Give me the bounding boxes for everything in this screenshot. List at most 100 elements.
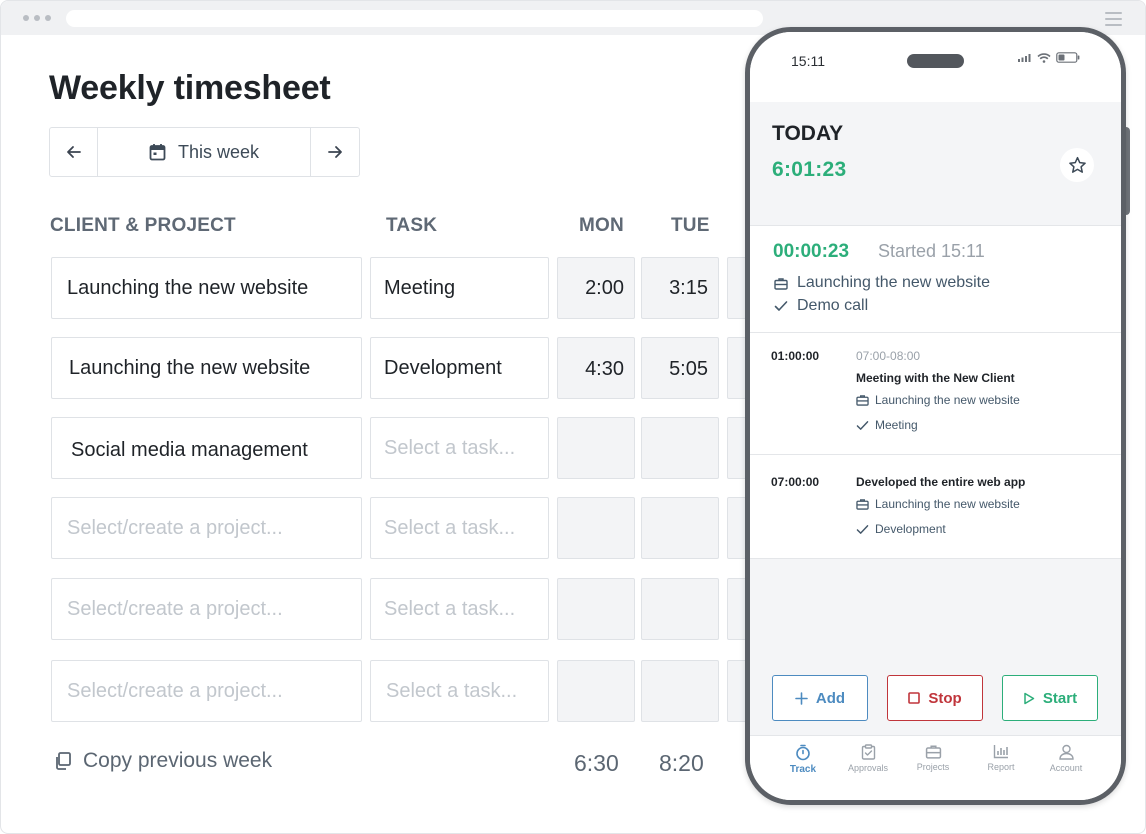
arrow-left-icon xyxy=(66,146,81,158)
time-input-tue[interactable] xyxy=(641,417,719,479)
task-name: Meeting xyxy=(384,276,456,299)
tab-track[interactable]: Track xyxy=(773,744,833,775)
system-icons xyxy=(1018,52,1080,63)
running-project-name: Launching the new website xyxy=(797,274,991,291)
time-value: 2:00 xyxy=(585,276,624,299)
previous-week-button[interactable] xyxy=(50,128,98,176)
tab-projects[interactable]: Projects xyxy=(903,744,963,772)
time-input-mon[interactable]: 2:00 xyxy=(557,257,635,319)
project-select[interactable]: Select/create a project... xyxy=(51,660,362,722)
time-input-mon[interactable] xyxy=(557,660,635,722)
time-input-mon[interactable]: 4:30 xyxy=(557,337,635,399)
running-task: Demo call xyxy=(774,297,868,315)
tab-report[interactable]: Report xyxy=(971,744,1031,772)
project-name: Launching the new website xyxy=(69,356,311,379)
briefcase-icon xyxy=(856,395,869,406)
total-tue: 8:20 xyxy=(659,750,704,776)
entry-time-range: 07:00-08:00 xyxy=(856,349,921,363)
time-input-tue[interactable] xyxy=(641,497,719,559)
today-total: 6:01:23 xyxy=(772,158,847,181)
task-placeholder: Select a task... xyxy=(384,597,516,620)
project-placeholder: Select/create a project... xyxy=(67,597,283,620)
time-input-tue[interactable] xyxy=(641,578,719,640)
project-select[interactable]: Social media management xyxy=(51,417,362,479)
task-select[interactable]: Select a task... xyxy=(370,417,549,479)
running-project: Launching the new website xyxy=(774,274,990,292)
running-timer[interactable]: 00:00:23 Started 15:11 Launching the new… xyxy=(750,226,1121,333)
task-select[interactable]: Select a task... xyxy=(370,578,549,640)
week-picker-button[interactable]: This week xyxy=(98,128,310,176)
copy-icon xyxy=(56,752,71,770)
copy-previous-label: Copy previous week xyxy=(83,749,273,772)
task-select[interactable]: Development xyxy=(370,337,549,399)
time-value: 5:05 xyxy=(669,358,708,380)
tab-label: Track xyxy=(789,764,817,775)
add-button[interactable]: Add xyxy=(772,675,868,721)
project-placeholder: Select/create a project... xyxy=(67,679,283,702)
time-entry[interactable]: 01:00:00 07:00-08:00 Meeting with the Ne… xyxy=(750,333,1121,455)
project-placeholder: Select/create a project... xyxy=(67,516,283,539)
calendar-icon xyxy=(149,144,166,161)
task-select[interactable]: Select a task... xyxy=(370,497,549,559)
entry-duration: 01:00:00 xyxy=(771,349,820,363)
stop-button[interactable]: Stop xyxy=(887,675,983,721)
copy-previous-week-button[interactable]: Copy previous week xyxy=(53,749,272,773)
running-timer-value: 00:00:23 xyxy=(773,241,850,262)
tab-account[interactable]: Account xyxy=(1036,744,1096,773)
column-header-mon: MON xyxy=(579,215,624,236)
briefcase-icon xyxy=(856,499,869,510)
favorite-button[interactable] xyxy=(1060,148,1094,182)
entry-title: Developed the entire web app xyxy=(856,475,1026,489)
week-label: This week xyxy=(177,141,260,162)
entry-task: Development xyxy=(856,522,946,536)
arrow-right-icon xyxy=(328,146,342,158)
project-select[interactable]: Launching the new website xyxy=(51,257,362,319)
entry-project-name: Launching the new website xyxy=(875,497,1020,511)
tab-approvals[interactable]: Approvals xyxy=(838,744,898,773)
plus-icon xyxy=(795,691,808,705)
time-input-tue[interactable]: 3:15 xyxy=(641,257,719,319)
dynamic-island xyxy=(907,54,964,68)
project-select[interactable]: Select/create a project... xyxy=(51,497,362,559)
start-button[interactable]: Start xyxy=(1002,675,1098,721)
project-select[interactable]: Select/create a project... xyxy=(51,578,362,640)
time-input-mon[interactable] xyxy=(557,578,635,640)
entry-project-name: Launching the new website xyxy=(875,393,1020,407)
total-mon: 6:30 xyxy=(574,750,619,776)
briefcase-icon xyxy=(774,277,788,290)
time-input-mon[interactable] xyxy=(557,417,635,479)
clipboard-check-icon xyxy=(861,744,875,760)
week-navigator: This week xyxy=(49,127,360,177)
running-task-name: Demo call xyxy=(797,297,869,314)
entry-task-name: Meeting xyxy=(875,418,918,432)
battery-icon xyxy=(1056,52,1080,63)
signal-icon xyxy=(1018,54,1031,62)
phone-mockup: 15:11 TODAY 6:01:23 00:00:23 Started 15:… xyxy=(745,27,1126,805)
entry-task-name: Development xyxy=(875,522,946,536)
tab-label: Approvals xyxy=(847,763,889,773)
entry-title: Meeting with the New Client xyxy=(856,371,1015,385)
time-value: 3:15 xyxy=(669,276,708,299)
briefcase-icon xyxy=(925,745,941,759)
menu-icon[interactable] xyxy=(1105,12,1122,30)
task-select[interactable]: Meeting xyxy=(370,257,549,319)
start-label: Start xyxy=(1042,689,1078,707)
task-placeholder: Select a task... xyxy=(384,436,516,459)
entry-project: Launching the new website xyxy=(856,393,1020,407)
entry-duration: 07:00:00 xyxy=(771,475,820,489)
check-icon xyxy=(856,524,869,534)
address-bar[interactable] xyxy=(66,10,763,27)
time-input-tue[interactable]: 5:05 xyxy=(641,337,719,399)
stopwatch-icon xyxy=(796,744,810,761)
column-header-task: TASK xyxy=(386,215,438,236)
task-placeholder: Select a task... xyxy=(386,679,518,702)
project-select[interactable]: Launching the new website xyxy=(51,337,362,399)
task-select[interactable]: Select a task... xyxy=(370,660,549,722)
time-entry[interactable]: 07:00:00 Developed the entire web app La… xyxy=(750,455,1121,559)
time-input-mon[interactable] xyxy=(557,497,635,559)
wifi-icon xyxy=(1037,52,1051,63)
play-icon xyxy=(1024,692,1035,704)
time-input-tue[interactable] xyxy=(641,660,719,722)
next-week-button[interactable] xyxy=(310,128,359,176)
column-header-project: CLIENT & PROJECT xyxy=(50,215,236,236)
